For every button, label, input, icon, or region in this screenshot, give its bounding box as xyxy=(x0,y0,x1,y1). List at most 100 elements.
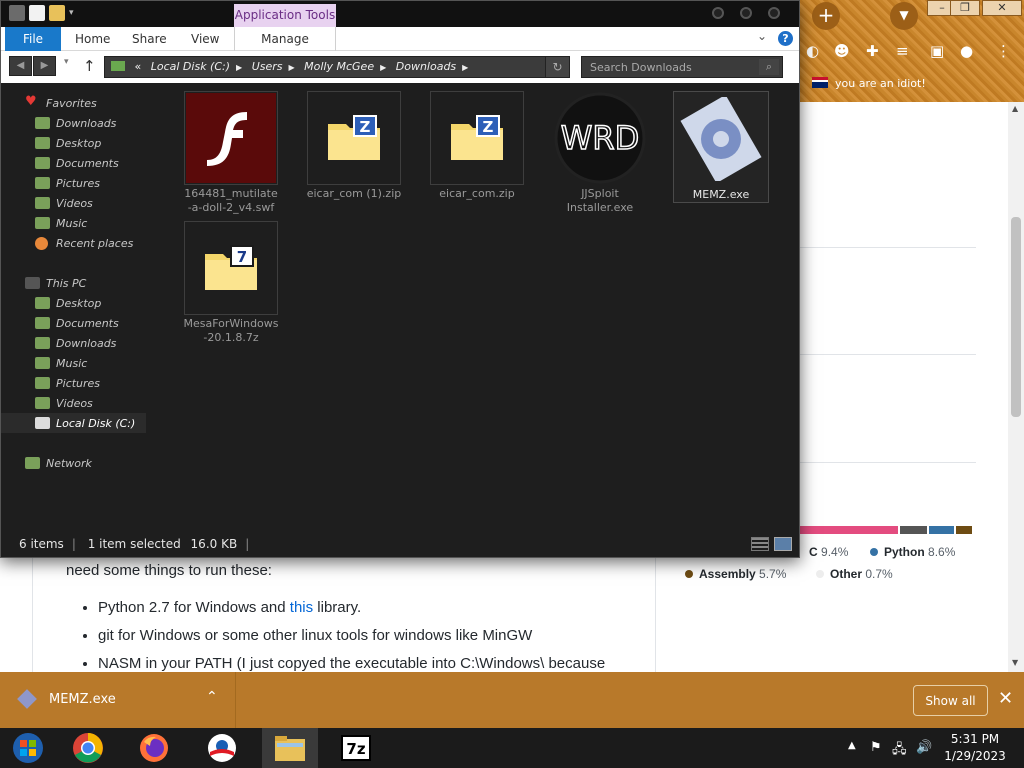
download-bar: MEMZ.exe ⌃ Show all ✕ xyxy=(0,672,1024,728)
nav-fav-item[interactable]: Pictures xyxy=(1,173,146,193)
taskbar-obama-app[interactable] xyxy=(194,728,250,768)
details-view-icon[interactable] xyxy=(751,537,769,551)
nav-this-pc[interactable]: This PC xyxy=(1,273,146,293)
tab-manage[interactable]: Manage xyxy=(234,27,336,51)
nav-fav-item[interactable]: Videos xyxy=(1,193,146,213)
scroll-up-icon[interactable]: ▲ xyxy=(1012,104,1018,113)
flag-extension-icon[interactable]: ◐ xyxy=(806,42,819,60)
nav-pc-item[interactable]: Downloads xyxy=(1,333,146,353)
search-icon[interactable]: ⌕ xyxy=(759,59,779,75)
bookmark-you-are-an-idiot[interactable]: you are an idiot! xyxy=(835,77,926,90)
search-input[interactable]: Search Downloads ⌕ xyxy=(581,56,783,78)
browser-close-button[interactable]: ✕ xyxy=(982,0,1022,16)
lang-other[interactable]: Other 0.7% xyxy=(816,567,893,581)
taskbar-file-explorer[interactable] xyxy=(262,728,318,768)
file-list: 164481_mutilate-a-doll-2_v4.swf Z eicar_… xyxy=(183,91,783,521)
nav-fav-item[interactable]: Recent places xyxy=(1,233,146,253)
back-button[interactable]: ◀ xyxy=(9,56,32,76)
expand-ribbon-icon[interactable]: ⌄ xyxy=(757,29,767,43)
scrollbar-thumb[interactable] xyxy=(1011,217,1021,417)
tab-file[interactable]: File xyxy=(5,27,61,51)
breadcrumb-molly-mcgee[interactable]: Molly McGee xyxy=(304,60,374,73)
large-icons-view-icon[interactable] xyxy=(774,537,792,551)
new-tab-icon[interactable]: + xyxy=(812,2,840,30)
volume-icon[interactable]: 🔊 xyxy=(916,740,932,755)
customize-toolbar-icon[interactable]: ▾ xyxy=(69,5,74,21)
minimize-button[interactable] xyxy=(712,7,724,19)
lang-assembly[interactable]: Assembly 5.7% xyxy=(685,567,786,581)
address-bar[interactable]: « Local Disk (C:) ▶ Users ▶ Molly McGee ▶ D… xyxy=(104,56,570,78)
breadcrumb-users[interactable]: Users xyxy=(252,60,283,73)
nav-pc-item[interactable]: Videos xyxy=(1,393,146,413)
lang-segment xyxy=(800,526,898,534)
tab-search-icon[interactable]: ▼ xyxy=(890,2,918,30)
show-all-button[interactable]: Show all xyxy=(913,685,988,716)
nav-pc-item[interactable]: Local Disk (C:) xyxy=(1,413,146,433)
properties-icon[interactable] xyxy=(29,5,45,21)
svg-text:Z: Z xyxy=(483,118,494,136)
flash-icon xyxy=(207,112,247,166)
nav-fav-item[interactable]: Music xyxy=(1,213,146,233)
file-item[interactable]: 7 MesaForWindows-20.1.8.7z xyxy=(183,221,279,345)
file-thumbnail xyxy=(184,91,278,185)
side-panel-icon[interactable]: ▣ xyxy=(930,42,944,60)
tab-view[interactable]: View xyxy=(191,27,219,51)
window-menu-icon[interactable] xyxy=(9,5,25,21)
scroll-down-icon[interactable]: ▼ xyxy=(1012,658,1018,667)
refresh-button[interactable]: ↻ xyxy=(545,57,569,77)
maximize-button[interactable] xyxy=(740,7,752,19)
file-thumbnail: Z xyxy=(430,91,524,185)
tab-home[interactable]: Home xyxy=(75,27,110,51)
nav-fav-item[interactable]: Documents xyxy=(1,153,146,173)
file-name: JJSploit Installer.exe xyxy=(566,187,634,214)
lang-c[interactable]: C 9.4% xyxy=(809,545,848,559)
chevron-up-icon[interactable]: ⌃ xyxy=(206,689,218,705)
library-link[interactable]: this xyxy=(290,599,313,616)
divider xyxy=(800,462,976,463)
taskbar-7zip[interactable]: 7z xyxy=(328,728,384,768)
nav-fav-item[interactable]: Downloads xyxy=(1,113,146,133)
nav-pc-item[interactable]: Documents xyxy=(1,313,146,333)
recent-locations-icon[interactable]: ▾ xyxy=(64,57,69,67)
download-item[interactable]: MEMZ.exe ⌃ xyxy=(0,672,236,728)
lang-python[interactable]: Python 8.6% xyxy=(870,545,955,559)
taskbar-firefox[interactable] xyxy=(126,728,182,768)
up-arrow-icon[interactable]: ↑ xyxy=(83,57,96,75)
tray-expand-icon[interactable]: ▲ xyxy=(848,740,856,751)
nav-fav-item[interactable]: Desktop xyxy=(1,133,146,153)
file-item[interactable]: 164481_mutilate-a-doll-2_v4.swf xyxy=(183,91,279,215)
zip-folder-icon: Z xyxy=(328,115,380,160)
browser-menu-icon[interactable]: ⋮ xyxy=(996,42,1011,60)
browser-maximize-button[interactable]: ❐ xyxy=(950,0,980,16)
file-item[interactable]: Z eicar_com.zip xyxy=(429,91,525,201)
breadcrumb-downloads[interactable]: Downloads xyxy=(396,60,456,73)
help-icon[interactable]: ? xyxy=(778,31,793,46)
forward-button[interactable]: ▶ xyxy=(33,56,56,76)
close-icon[interactable]: ✕ xyxy=(998,688,1013,709)
nav-pc-item[interactable]: Desktop xyxy=(1,293,146,313)
extensions-puzzle-icon[interactable]: ✚ xyxy=(866,42,879,60)
action-center-flag-icon[interactable]: ⚑ xyxy=(870,740,882,755)
close-button[interactable] xyxy=(768,7,780,19)
tab-share[interactable]: Share xyxy=(132,27,167,51)
chrome-icon xyxy=(73,733,103,763)
media-queue-icon[interactable]: ≡ xyxy=(896,42,909,60)
breadcrumb-local-disk[interactable]: Local Disk (C:) xyxy=(151,60,230,73)
file-item[interactable]: WRD JJSploit Installer.exe xyxy=(552,91,648,215)
nav-pc-item[interactable]: Music xyxy=(1,353,146,373)
file-item[interactable]: Z eicar_com (1).zip xyxy=(306,91,402,201)
title-bar[interactable]: ▾ Application Tools xyxy=(1,1,799,27)
profile-icon[interactable]: ● xyxy=(960,42,973,60)
folder-icon xyxy=(35,357,50,369)
nav-favorites[interactable]: ♥ Favorites xyxy=(1,93,146,113)
network-icon[interactable]: 🖧 xyxy=(892,740,907,762)
nav-pc-item[interactable]: Pictures xyxy=(1,373,146,393)
taskbar-chrome[interactable] xyxy=(60,728,116,768)
avatar-extension-icon[interactable]: ☻ xyxy=(834,42,850,60)
page-scrollbar[interactable]: ▲ ▼ xyxy=(1008,102,1024,672)
start-button[interactable] xyxy=(0,728,56,768)
file-item[interactable]: MEMZ.exe xyxy=(673,91,769,203)
taskbar-clock[interactable]: 5:31 PM 1/29/2023 xyxy=(940,731,1010,765)
nav-network[interactable]: Network xyxy=(1,453,146,473)
new-folder-icon[interactable] xyxy=(49,5,65,21)
